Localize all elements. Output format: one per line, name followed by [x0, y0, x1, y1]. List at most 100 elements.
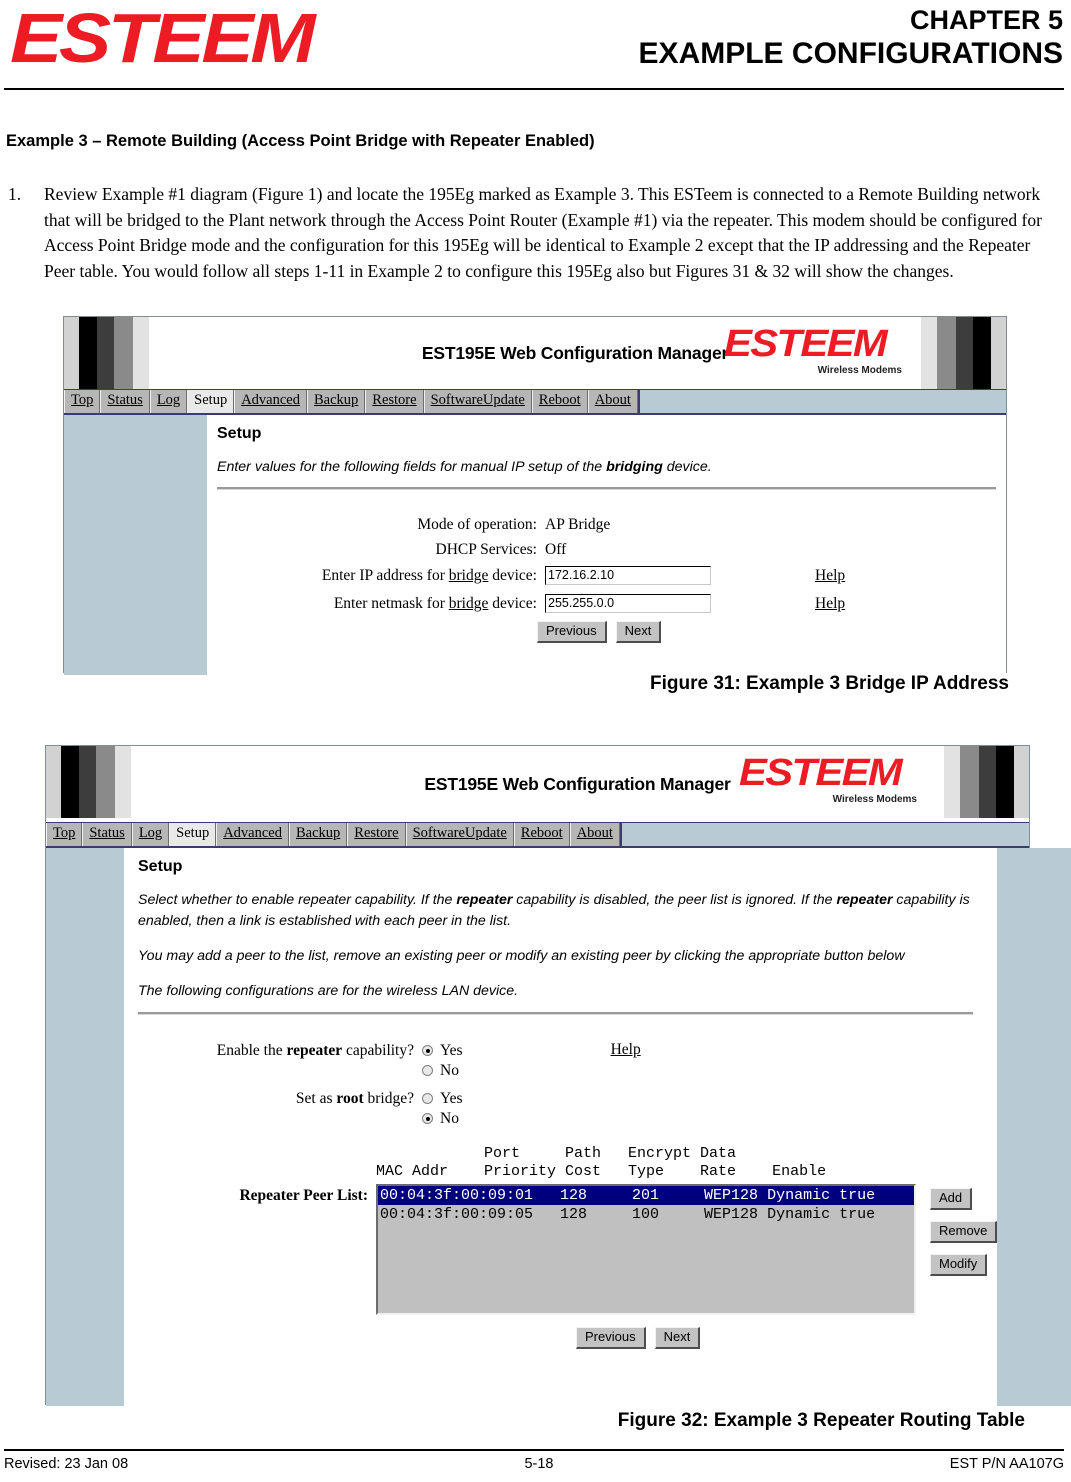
app-content-area: Setup Enter values for the following fie…: [64, 415, 1006, 675]
nav-tab-advanced[interactable]: Advanced: [234, 390, 307, 413]
nav-tab-about-2[interactable]: About: [569, 823, 620, 846]
nav-tab-log-2[interactable]: Log: [131, 823, 170, 846]
nav-tab-log[interactable]: Log: [149, 390, 188, 413]
figure-32-caption: Figure 32: Example 3 Repeater Routing Ta…: [617, 1410, 1025, 1431]
nav-bar-filler: [639, 390, 1006, 413]
ip-label-part-b: device:: [488, 566, 537, 584]
page-header: ESTEEM CHAPTER 5 EXAMPLE CONFIGURATIONS: [0, 0, 1071, 92]
netmask-help-link[interactable]: Help: [815, 595, 845, 613]
root-bridge-label: Set as root bridge?: [124, 1089, 422, 1108]
root-bridge-radio-group: Yes No: [422, 1089, 463, 1129]
previous-button[interactable]: Previous: [537, 621, 607, 643]
repeater-yes-option[interactable]: Yes: [422, 1041, 463, 1061]
root-no-option[interactable]: No: [422, 1109, 463, 1129]
repeater-peer-listbox[interactable]: 00:04:3f:00:09:01 128 201 WEP128 Dynamic…: [376, 1184, 916, 1315]
enable-repeater-radio-group: Yes No: [422, 1041, 463, 1081]
figure-31-caption: Figure 31: Example 3 Bridge IP Address: [649, 673, 1009, 694]
nav-tab-status[interactable]: Status: [100, 390, 150, 413]
app-title: EST195E Web Configuration Manager: [421, 342, 729, 363]
ip-address-input[interactable]: 172.16.2.10: [545, 566, 711, 585]
desc1-part-c: capability is disabled, the peer list is…: [512, 892, 837, 908]
peer-action-buttons: Add Remove Modify: [930, 1184, 998, 1287]
nav-tab-top[interactable]: Top: [64, 390, 101, 413]
root-label-part-a: Set as: [295, 1090, 337, 1107]
repeater-no-option[interactable]: No: [422, 1061, 463, 1081]
netmask-label-part-b: device:: [488, 594, 537, 612]
header-divider: [4, 88, 1064, 90]
repeater-no-label: No: [440, 1062, 459, 1079]
radio-button-root-yes[interactable]: [422, 1093, 433, 1104]
nav-tab-restore[interactable]: Restore: [365, 390, 424, 413]
desc-bold: bridging: [606, 459, 663, 475]
nav-tab-reboot[interactable]: Reboot: [531, 390, 588, 413]
root-label-part-c: bridge?: [363, 1090, 414, 1107]
footer-part-number: EST P/N AA107G: [949, 1456, 1064, 1472]
esteem-tagline: Wireless Modems: [817, 365, 902, 376]
nav-tab-advanced-2[interactable]: Advanced: [216, 823, 289, 846]
next-button[interactable]: Next: [615, 621, 662, 643]
stripe-decoration-right-2: [937, 746, 1029, 818]
nav-tab-reboot-2[interactable]: Reboot: [513, 823, 570, 846]
netmask-row: Enter netmask for bridge device: 255.255…: [207, 594, 1006, 613]
root-yes-label: Yes: [440, 1090, 463, 1107]
root-yes-option[interactable]: Yes: [422, 1089, 463, 1109]
peer-list-row[interactable]: 00:04:3f:00:09:05 128 100 WEP128 Dynamic…: [378, 1205, 914, 1224]
radio-button-root-no[interactable]: [422, 1113, 433, 1124]
dhcp-services-row: DHCP Services: Off: [207, 541, 1006, 559]
nav-tab-about[interactable]: About: [587, 390, 638, 413]
repeater-label-bold: repeater: [286, 1042, 343, 1059]
ip-label-bridge: bridge: [448, 566, 489, 584]
radio-button-repeater-no[interactable]: [422, 1065, 433, 1076]
nav-tab-status-2[interactable]: Status: [82, 823, 132, 846]
left-sidebar-panel: [64, 415, 207, 675]
nav-tab-top-2[interactable]: Top: [46, 823, 83, 846]
root-no-label: No: [440, 1110, 459, 1127]
enable-repeater-row: Enable the repeater capability? Yes No H…: [124, 1041, 997, 1081]
previous-button-2[interactable]: Previous: [576, 1327, 646, 1349]
mode-label: Mode of operation:: [417, 516, 537, 533]
stripe-decoration-left: [64, 317, 156, 389]
desc1-bold-2: repeater: [836, 892, 893, 908]
app-nav-bar-2: Top Status Log Setup Advanced Backup Res…: [46, 822, 1029, 848]
netmask-input[interactable]: 255.255.0.0: [545, 594, 711, 613]
nav-tab-restore-2[interactable]: Restore: [347, 823, 406, 846]
peer-list-section: Repeater Peer List: 00:04:3f:00:09:01 12…: [124, 1184, 998, 1315]
root-bridge-row: Set as root bridge? Yes No: [124, 1089, 997, 1129]
list-number: 1.: [8, 184, 22, 204]
remove-peer-button[interactable]: Remove: [930, 1221, 998, 1243]
nav-tab-setup-2[interactable]: Setup: [169, 823, 217, 846]
repeater-help-link[interactable]: Help: [611, 1041, 641, 1059]
nav-tab-strip-2: Top Status Log Setup Advanced Backup Res…: [46, 823, 622, 846]
peer-table-headers: Port Path Encrypt Data MAC Addr Priority…: [124, 1145, 997, 1181]
nav-tab-setup[interactable]: Setup: [187, 390, 235, 413]
mode-of-operation-row: Mode of operation: AP Bridge: [207, 516, 1006, 534]
ip-help-link[interactable]: Help: [815, 567, 845, 585]
nav-tab-softwareupdate[interactable]: SoftwareUpdate: [423, 390, 532, 413]
section-divider-2: [138, 1012, 974, 1015]
app-header-bar: EST195E Web Configuration Manager ESTEEM…: [64, 317, 1006, 389]
nav-tab-softwareupdate-2[interactable]: SoftwareUpdate: [405, 823, 514, 846]
stripe-decoration-left-2: [46, 746, 138, 818]
app-title-2: EST195E Web Configuration Manager: [424, 773, 731, 794]
form-button-row: Previous Next: [207, 621, 1006, 643]
peer-list-row[interactable]: 00:04:3f:00:09:01 128 201 WEP128 Dynamic…: [378, 1186, 914, 1205]
modify-peer-button[interactable]: Modify: [930, 1254, 988, 1276]
peer-header-line-1: Port Path Encrypt Data: [376, 1145, 737, 1162]
next-button-2[interactable]: Next: [654, 1327, 701, 1349]
setup-heading-2: Setup: [138, 858, 183, 875]
esteem-tagline-2: Wireless Modems: [832, 794, 917, 805]
page-footer: Revised: 23 Jan 08 5-18 EST P/N AA107G: [4, 1456, 1064, 1472]
netmask-label: Enter netmask for bridge device:: [207, 595, 545, 613]
left-sidebar-panel-2: [46, 848, 124, 1406]
add-peer-button[interactable]: Add: [930, 1188, 973, 1210]
chapter-title: EXAMPLE CONFIGURATIONS: [638, 37, 1063, 70]
stripe-decoration-right: [914, 317, 1006, 389]
figure-32-screenshot: EST195E Web Configuration Manager ESTEEM…: [45, 745, 1071, 1406]
root-label-bold: root: [336, 1090, 364, 1107]
desc1-bold-1: repeater: [456, 892, 513, 908]
repeater-label-part-a: Enable the: [216, 1042, 287, 1059]
nav-tab-backup-2[interactable]: Backup: [288, 823, 348, 846]
nav-tab-backup[interactable]: Backup: [306, 390, 366, 413]
ip-label-part-a: Enter IP address for: [321, 566, 449, 584]
radio-button-repeater-yes[interactable]: [422, 1045, 433, 1056]
